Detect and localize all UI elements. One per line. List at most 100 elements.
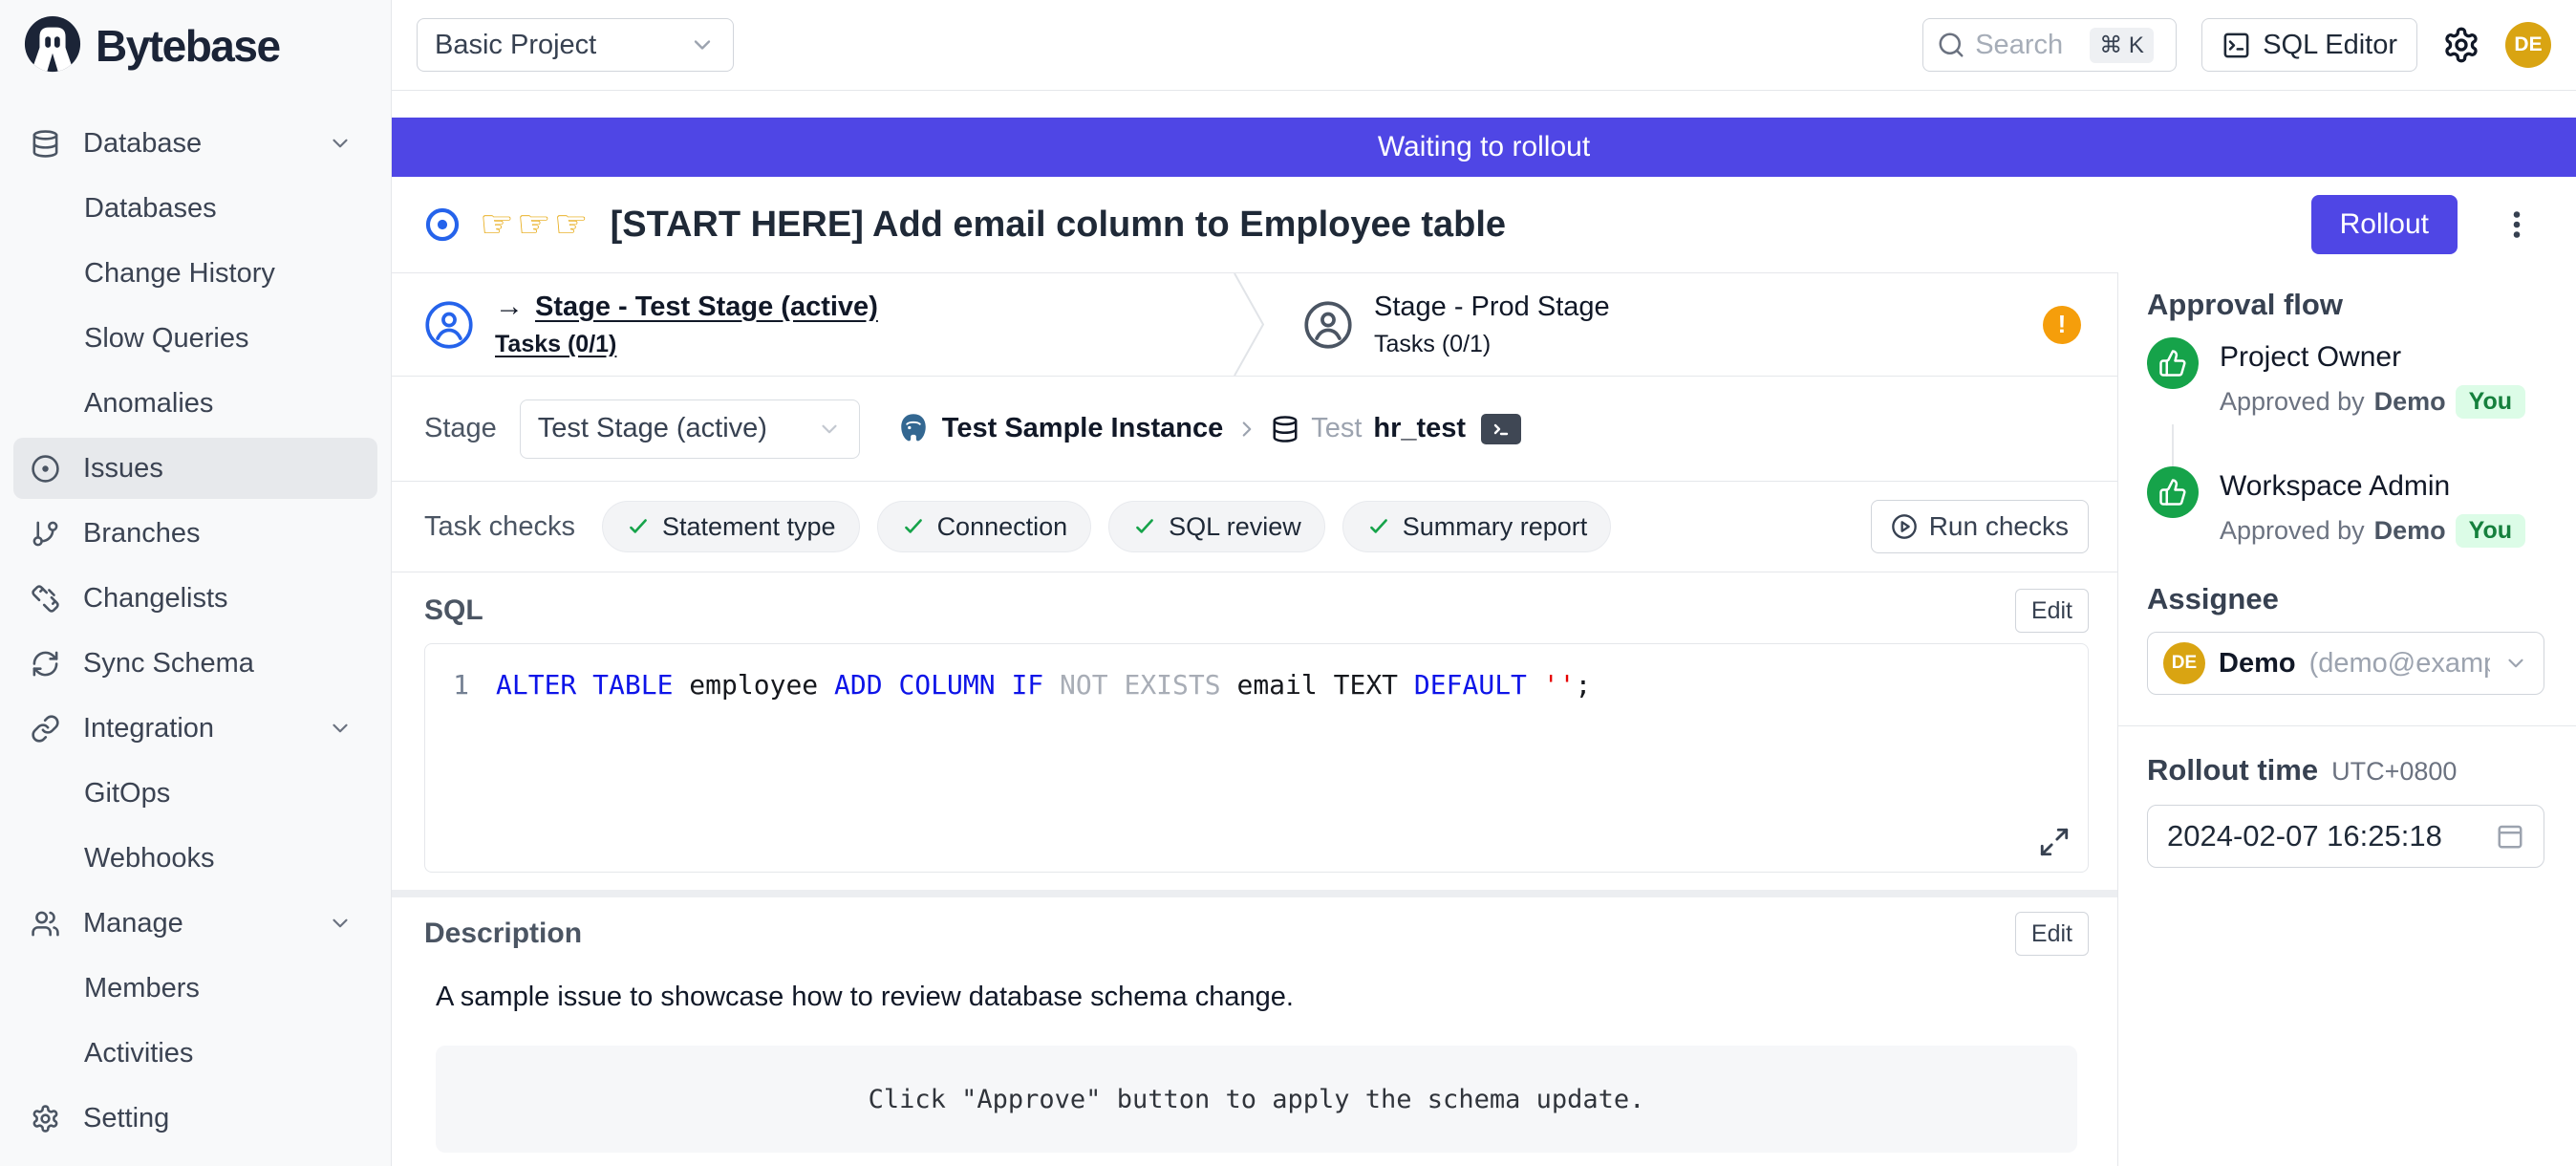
sidebar-item-databases[interactable]: Databases: [13, 178, 377, 239]
database-name[interactable]: hr_test: [1373, 413, 1466, 444]
line-number: 1: [425, 669, 496, 701]
chevron-down-icon: [817, 417, 842, 442]
check-summary-report[interactable]: Summary report: [1342, 501, 1612, 552]
chevron-down-icon: [328, 131, 353, 156]
play-circle-icon: [1891, 513, 1918, 540]
sidebar-item-integration[interactable]: Integration: [13, 698, 377, 759]
search-box[interactable]: ⌘ K: [1922, 18, 2177, 72]
warning-badge: !: [2043, 306, 2081, 344]
approved-thumbs-up-icon: [2147, 466, 2199, 518]
stage-tasks[interactable]: Tasks (0/1): [495, 331, 878, 358]
sql-edit-button[interactable]: Edit: [2015, 589, 2089, 633]
sidebar-item-anomalies[interactable]: Anomalies: [13, 373, 377, 434]
approval-status-text: Approved by: [2220, 516, 2365, 546]
sidebar-item-sync-schema[interactable]: Sync Schema: [13, 633, 377, 694]
sidebar-nav: Database Databases Change History Slow Q…: [0, 92, 391, 1151]
assignee-select[interactable]: DE Demo (demo@example: [2147, 632, 2544, 695]
sql-editor-button[interactable]: SQL Editor: [2201, 18, 2417, 72]
sidebar-item-database[interactable]: Database: [13, 113, 377, 174]
sidebar-item-label: Anomalies: [84, 388, 213, 420]
check-sql-review[interactable]: SQL review: [1108, 501, 1325, 552]
sidebar-item-changelists[interactable]: Changelists: [13, 568, 377, 629]
sql-code-editor[interactable]: 1 ALTER TABLE employee ADD COLUMN IF NOT…: [424, 643, 2089, 873]
database-breadcrumb: Test Sample Instance Test hr_test: [896, 412, 1521, 446]
user-avatar[interactable]: DE: [2505, 22, 2551, 68]
panel-divider: [2118, 725, 2576, 726]
status-banner: Waiting to rollout: [392, 118, 2576, 177]
assignee-name: Demo: [2219, 648, 2296, 680]
search-input[interactable]: [1975, 30, 2080, 61]
sidebar-item-label: Branches: [83, 518, 201, 550]
current-stage-arrow: →: [495, 291, 524, 323]
description-text: A sample issue to showcase how to review…: [436, 982, 2089, 1013]
check-icon: [626, 514, 651, 539]
sidebar-item-label: Changelists: [83, 583, 228, 615]
sidebar-item-branches[interactable]: Branches: [13, 503, 377, 564]
issue-open-icon: [424, 206, 461, 243]
approver-name: Demo: [2374, 516, 2446, 546]
stage-tasks[interactable]: Tasks (0/1): [1374, 331, 1610, 358]
description-edit-button[interactable]: Edit: [2015, 912, 2089, 956]
issue-detail-column: → Stage - Test Stage (active) Tasks (0/1…: [392, 272, 2117, 1166]
users-icon: [31, 909, 60, 939]
logo-wordmark: Bytebase: [96, 20, 280, 72]
check-label: Connection: [937, 512, 1068, 542]
check-statement-type[interactable]: Statement type: [602, 501, 860, 552]
sidebar-item-setting[interactable]: Setting: [13, 1088, 377, 1149]
task-checks-label: Task checks: [424, 511, 575, 543]
sidebar-item-label: GitOps: [84, 778, 170, 810]
open-in-sql-editor-icon[interactable]: [1481, 414, 1521, 444]
sidebar-item-manage[interactable]: Manage: [13, 893, 377, 954]
sidebar-item-activities[interactable]: Activities: [13, 1023, 377, 1084]
instance-name[interactable]: Test Sample Instance: [942, 413, 1223, 444]
sidebar-item-label: Integration: [83, 713, 214, 745]
sidebar-item-label: Database: [83, 128, 202, 160]
task-checks-row: Task checks Statement type Connection: [392, 482, 2117, 572]
approval-role: Workspace Admin: [2220, 470, 2525, 503]
approved-thumbs-up-icon: [2147, 337, 2199, 389]
stage-select[interactable]: Test Stage (active): [520, 399, 860, 459]
stage-prod[interactable]: Stage - Prod Stage Tasks (0/1) !: [1265, 273, 2117, 376]
run-checks-button[interactable]: Run checks: [1871, 500, 2089, 553]
expand-editor-icon[interactable]: [2038, 826, 2071, 858]
stage-name[interactable]: Stage - Test Stage (active): [535, 292, 878, 323]
search-shortcut-badge: ⌘ K: [2090, 28, 2154, 63]
calendar-icon[interactable]: [2496, 822, 2524, 851]
chevron-down-icon: [689, 32, 716, 58]
pencil-ruler-icon: [31, 584, 60, 614]
you-badge: You: [2456, 385, 2525, 419]
approval-role: Project Owner: [2220, 341, 2525, 374]
more-options-icon[interactable]: [2500, 207, 2534, 242]
sidebar-item-slow-queries[interactable]: Slow Queries: [13, 308, 377, 369]
sidebar-item-change-history[interactable]: Change History: [13, 243, 377, 304]
check-pill-list: Statement type Connection SQL review: [602, 501, 1611, 552]
approval-step-workspace-admin: Workspace Admin Approved by Demo You: [2147, 466, 2576, 548]
project-selector[interactable]: Basic Project: [417, 18, 734, 72]
rollout-button[interactable]: Rollout: [2311, 195, 2458, 254]
stage-name[interactable]: Stage - Prod Stage: [1374, 292, 1610, 323]
stage-test[interactable]: → Stage - Test Stage (active) Tasks (0/1…: [392, 273, 1233, 376]
issue-sidebar: Approval flow Project Owner Approved by …: [2117, 272, 2576, 1166]
rollout-time-heading: Rollout time: [2147, 753, 2318, 788]
settings-gear-icon[interactable]: [2442, 26, 2480, 64]
sidebar-item-label: Sync Schema: [83, 648, 254, 680]
rollout-time-input[interactable]: 2024-02-07 16:25:18: [2147, 805, 2544, 868]
database-icon: [31, 129, 60, 159]
stage-selector-row: Stage Test Stage (active) Test Sample In…: [392, 377, 2117, 482]
environment-tag: Test: [1311, 413, 1362, 444]
sidebar-item-gitops[interactable]: GitOps: [13, 763, 377, 824]
app-window: Bytebase Database Databases Change Histo…: [0, 0, 2576, 1166]
sidebar-item-issues[interactable]: Issues: [13, 438, 377, 499]
sql-heading: SQL: [424, 594, 483, 627]
bytebase-logo[interactable]: Bytebase: [0, 0, 391, 92]
check-connection[interactable]: Connection: [877, 501, 1092, 552]
sidebar-item-members[interactable]: Members: [13, 958, 377, 1019]
stage-strip: → Stage - Test Stage (active) Tasks (0/1…: [392, 273, 2117, 377]
sidebar-item-label: Activities: [84, 1038, 193, 1069]
sidebar-item-webhooks[interactable]: Webhooks: [13, 828, 377, 889]
sidebar-item-label: Setting: [83, 1103, 169, 1134]
postgresql-icon: [896, 412, 931, 446]
search-icon: [1937, 31, 1965, 59]
chevron-down-icon: [2503, 651, 2528, 676]
stage-select-value: Test Stage (active): [538, 413, 767, 444]
